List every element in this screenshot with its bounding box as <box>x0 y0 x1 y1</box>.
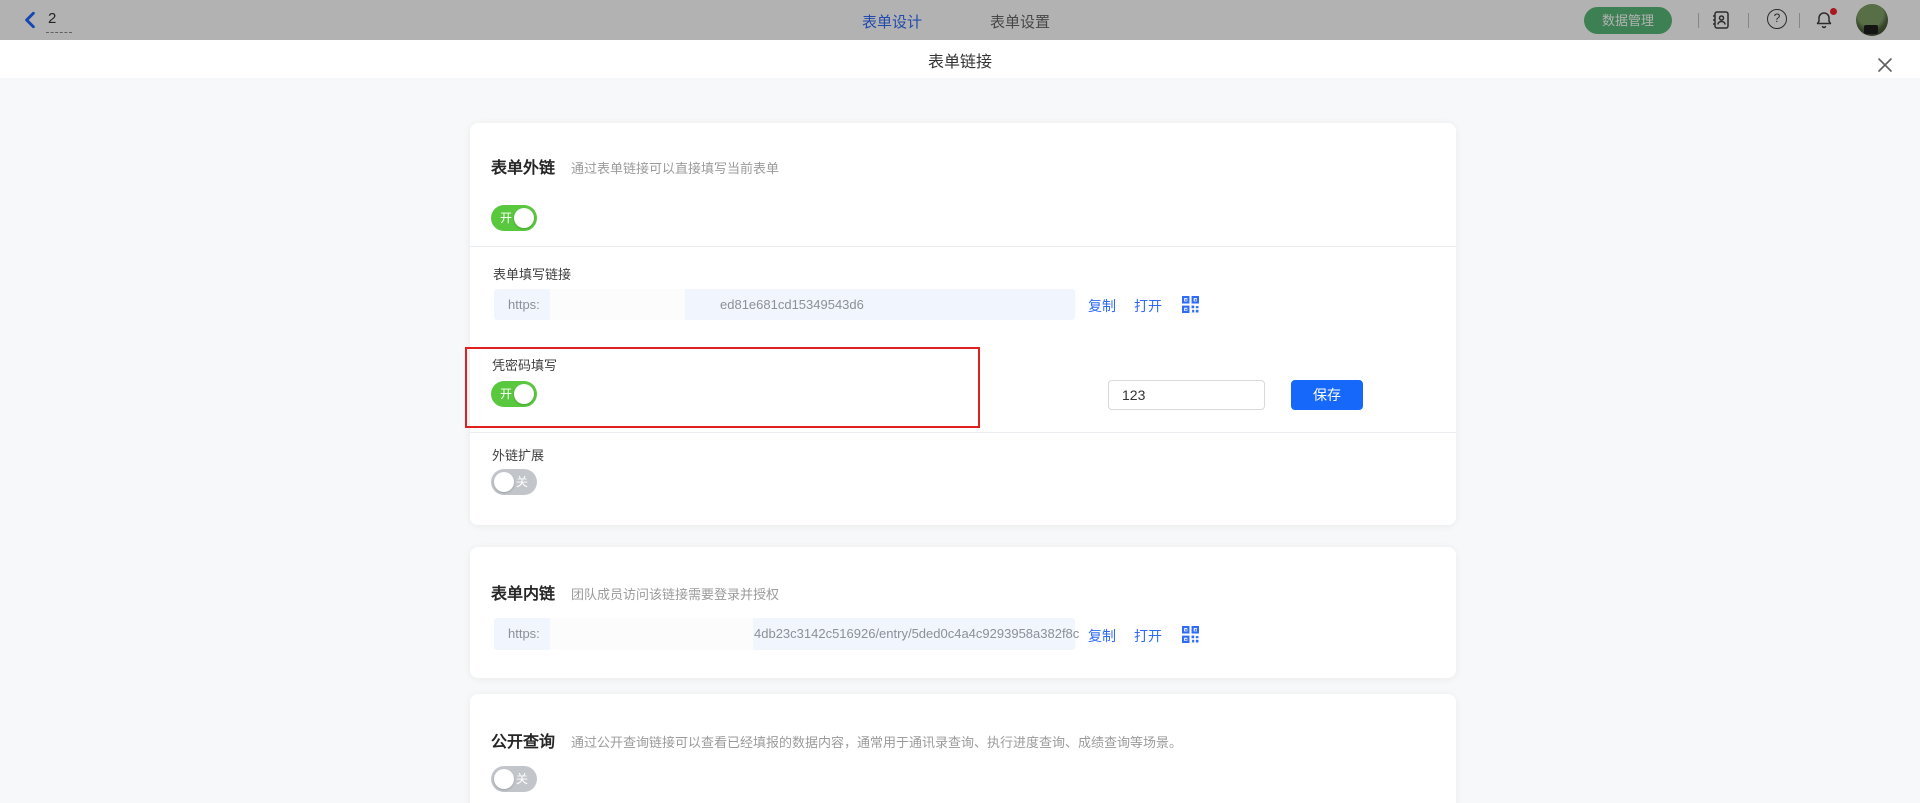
avatar[interactable] <box>1856 4 1888 36</box>
save-button[interactable]: 保存 <box>1291 380 1363 410</box>
toggle-knob <box>514 208 534 228</box>
toggle-knob <box>494 472 514 492</box>
redaction-patch <box>550 289 685 320</box>
open-link-button[interactable]: 打开 <box>1134 626 1162 646</box>
extension-label: 外链扩展 <box>492 445 544 464</box>
qr-code-icon[interactable] <box>1182 296 1200 314</box>
topbar-divider <box>1799 13 1800 28</box>
toggle-on-label: 开 <box>500 211 512 225</box>
external-link-card: 表单外链 通过表单链接可以直接填写当前表单 开 表单填写链接 https: ed… <box>470 123 1456 525</box>
card-description: 通过公开查询链接可以查看已经填报的数据内容，通常用于通讯录查询、执行进度查询、成… <box>571 732 1182 751</box>
copy-link-button[interactable]: 复制 <box>1088 296 1116 316</box>
copy-link-button[interactable]: 复制 <box>1088 626 1116 646</box>
tab-form-design[interactable]: 表单设计 <box>862 11 922 32</box>
open-link-button[interactable]: 打开 <box>1134 296 1162 316</box>
topbar-divider <box>1748 13 1749 28</box>
public-query-toggle[interactable]: 关 <box>491 766 537 792</box>
password-fill-toggle[interactable]: 开 <box>491 381 537 407</box>
card-header: 表单内链 团队成员访问该链接需要登录并授权 <box>491 580 779 604</box>
contact-book-icon[interactable] <box>1711 10 1731 30</box>
card-description: 通过表单链接可以直接填写当前表单 <box>571 158 779 177</box>
url-hash: ed81e681cd15349543d6 <box>720 297 864 312</box>
toggle-off-label: 关 <box>516 475 528 489</box>
notification-badge <box>1830 8 1837 15</box>
card-header: 表单外链 通过表单链接可以直接填写当前表单 <box>491 154 779 178</box>
toggle-off-label: 关 <box>516 772 528 786</box>
card-title: 表单外链 <box>491 154 555 178</box>
password-fill-label: 凭密码填写 <box>492 355 557 374</box>
card-description: 团队成员访问该链接需要登录并授权 <box>571 584 779 603</box>
external-link-toggle[interactable]: 开 <box>491 205 537 231</box>
internal-url-field[interactable]: https: 4db23c3142c516926/entry/5ded0c4a4… <box>494 618 1075 650</box>
external-url-field[interactable]: https: ed81e681cd15349543d6 <box>494 289 1075 320</box>
app-window: 2 表单设计 表单设置 数据管理 ? 表单链接 <box>0 0 1920 803</box>
fill-link-label: 表单填写链接 <box>493 264 571 283</box>
internal-link-card: 表单内链 团队成员访问该链接需要登录并授权 https: 4db23c3142c… <box>470 547 1456 678</box>
form-name[interactable]: 2 <box>48 10 56 27</box>
url-prefix: https: <box>508 626 540 641</box>
help-icon[interactable]: ? <box>1767 9 1787 29</box>
card-title: 公开查询 <box>491 728 555 752</box>
url-hash: 4db23c3142c516926/entry/5ded0c4a4c929395… <box>754 626 1079 641</box>
public-query-card: 公开查询 通过公开查询链接可以查看已经填报的数据内容，通常用于通讯录查询、执行进… <box>470 694 1456 803</box>
topbar-divider <box>1698 13 1699 28</box>
qr-code-icon[interactable] <box>1182 626 1200 644</box>
card-title: 表单内链 <box>491 580 555 604</box>
toggle-knob <box>494 769 514 789</box>
modal-title: 表单链接 <box>0 48 1920 72</box>
password-input[interactable] <box>1108 380 1265 410</box>
back-icon[interactable] <box>22 11 40 29</box>
tab-form-settings[interactable]: 表单设置 <box>990 11 1050 32</box>
redaction-patch <box>550 618 753 650</box>
topbar: 2 表单设计 表单设置 数据管理 ? <box>0 0 1920 40</box>
card-header: 公开查询 通过公开查询链接可以查看已经填报的数据内容，通常用于通讯录查询、执行进… <box>491 728 1182 752</box>
divider <box>470 432 1456 433</box>
url-prefix: https: <box>508 297 540 312</box>
toggle-knob <box>514 384 534 404</box>
data-manage-button[interactable]: 数据管理 <box>1584 7 1672 34</box>
form-name-edit-underline <box>46 32 72 33</box>
extension-toggle[interactable]: 关 <box>491 469 537 495</box>
close-icon[interactable] <box>1876 56 1898 78</box>
toggle-on-label: 开 <box>500 387 512 401</box>
divider <box>470 246 1456 247</box>
